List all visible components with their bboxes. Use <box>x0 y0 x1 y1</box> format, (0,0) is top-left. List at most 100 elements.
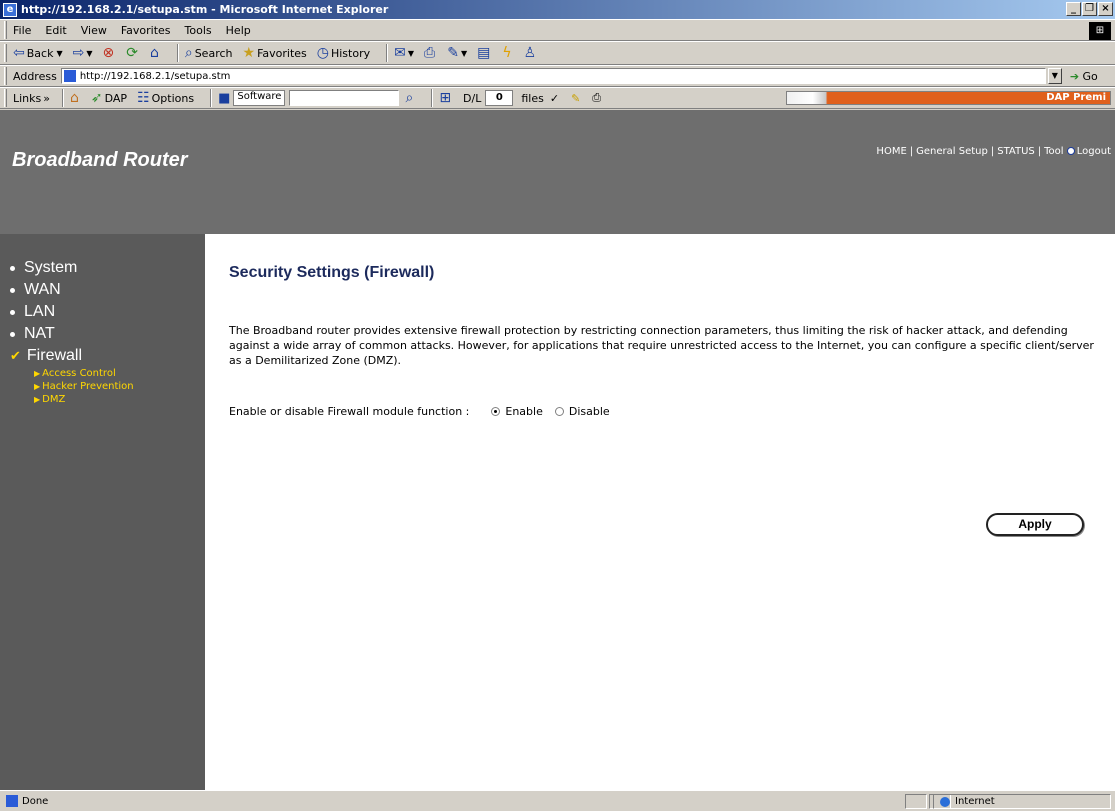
highlight-icon[interactable]: ✎ <box>571 92 580 105</box>
chevron-icon[interactable]: » <box>43 92 50 105</box>
menu-help[interactable]: Help <box>226 24 251 37</box>
mail-button[interactable]: ✉ ▼ <box>394 45 414 61</box>
search-label: Search <box>194 46 233 60</box>
window-controls: _ ❐ × <box>1066 2 1113 16</box>
sidebar-item-system[interactable]: System <box>10 257 205 279</box>
go-arrow-icon: ➔ <box>1069 69 1080 83</box>
research-icon: ♙ <box>523 45 537 61</box>
search-button[interactable]: ⌕ Search <box>185 45 233 61</box>
disable-radio[interactable] <box>554 407 564 416</box>
dap-search-button[interactable]: ⌕ <box>405 90 415 106</box>
stop-icon: ⊗ <box>102 45 115 61</box>
sidebar-subitem-label: Hacker Prevention <box>42 381 134 392</box>
menu-file[interactable]: File <box>13 24 31 37</box>
toolbar-grip[interactable] <box>4 44 7 62</box>
dap-premium-banner[interactable]: DAP Premi <box>786 91 1111 105</box>
options-icon: ☷ <box>137 90 150 106</box>
close-button[interactable]: × <box>1098 2 1113 16</box>
dap-search-input[interactable] <box>289 90 400 106</box>
nav-logout[interactable]: Logout <box>1077 146 1111 157</box>
go-button[interactable]: ➔ Go <box>1070 70 1098 83</box>
toolbar-separator <box>386 44 389 62</box>
history-icon: ◷ <box>316 45 329 61</box>
logout-icon[interactable] <box>1066 147 1075 155</box>
main-content: Security Settings (Firewall) The Broadba… <box>229 264 1099 418</box>
sidebar-item-lan[interactable]: LAN <box>10 301 205 323</box>
back-button[interactable]: ⇦ Back ▼ <box>13 45 63 61</box>
sidebar-item-wan[interactable]: WAN <box>10 279 205 301</box>
arrow-icon: ▶ <box>34 382 41 391</box>
disable-label[interactable]: Disable <box>569 405 610 418</box>
favorites-button[interactable]: ★ Favorites <box>243 45 307 61</box>
software-select[interactable]: Software <box>233 90 286 106</box>
discuss-button[interactable]: ▤ <box>477 45 492 61</box>
toolbar-separator <box>431 89 434 107</box>
sidebar-subitem-access-control[interactable]: ▶ Access Control <box>34 367 205 380</box>
research-button[interactable]: ♙ <box>524 45 539 61</box>
dap-label: DAP <box>104 91 128 105</box>
print-button[interactable]: ⎙ <box>424 45 437 61</box>
edit-button[interactable]: ✎ ▼ <box>447 45 467 61</box>
dap-home-button[interactable]: ⌂ <box>70 90 81 106</box>
home-button[interactable]: ⌂ <box>150 45 161 61</box>
software-dropdown[interactable]: ■ Software <box>218 90 289 106</box>
dap-home-icon: ⌂ <box>70 90 79 106</box>
status-text: Done <box>22 795 49 807</box>
stop-button[interactable]: ⊗ <box>103 45 117 61</box>
page-done-icon <box>6 795 18 807</box>
nav-status[interactable]: STATUS <box>997 146 1035 157</box>
bullet-icon <box>10 309 15 315</box>
enable-label[interactable]: Enable <box>505 405 542 418</box>
sidebar-subitem-dmz[interactable]: ▶ DMZ <box>34 393 205 406</box>
toolbar-grip[interactable] <box>4 21 7 39</box>
links-bar: Links » ⌂ ➶ DAP ☷ Options ■ Software ⌕ ⊞ D… <box>0 87 1115 109</box>
toolbar-grip[interactable] <box>4 67 7 85</box>
back-arrow-icon: ⇦ <box>13 45 25 61</box>
title-bar: e http://192.168.2.1/setupa.stm - Micros… <box>0 0 1115 19</box>
address-dropdown-button[interactable]: ▼ <box>1047 68 1062 84</box>
magnifier-icon: ⌕ <box>405 90 414 106</box>
dap-button[interactable]: ➶ DAP <box>91 90 127 106</box>
address-input[interactable]: http://192.168.2.1/setupa.stm <box>60 68 1046 84</box>
history-button[interactable]: ◷ History <box>317 45 370 61</box>
bullet-icon <box>10 265 15 271</box>
top-navigation: HOME | General Setup | STATUS | Tool Logout <box>876 146 1111 157</box>
refresh-button[interactable]: ⟳ <box>126 45 140 61</box>
options-button[interactable]: ☷ Options <box>137 90 194 106</box>
forward-button[interactable]: ⇨ ▼ <box>73 45 93 61</box>
sidebar-item-firewall[interactable]: ✔ Firewall <box>10 345 205 367</box>
menu-favorites[interactable]: Favorites <box>121 24 171 37</box>
nav-home[interactable]: HOME <box>876 146 906 157</box>
messenger-button[interactable]: ϟ <box>502 45 513 61</box>
check-icon[interactable]: ✓ <box>550 92 559 105</box>
restore-button[interactable]: ❐ <box>1082 2 1097 16</box>
sidebar-item-label: Firewall <box>26 347 83 364</box>
firewall-toggle-label: Enable or disable Firewall module functi… <box>229 405 470 418</box>
windows-logo-icon: ⊞ <box>1089 22 1111 40</box>
dropdown-arrow-icon: ▼ <box>460 48 468 58</box>
sidebar-item-nat[interactable]: NAT <box>10 323 205 345</box>
history-label: History <box>330 46 371 60</box>
nav-general-setup[interactable]: General Setup <box>916 146 988 157</box>
menu-view[interactable]: View <box>81 24 107 37</box>
toolbar-separator <box>176 44 179 62</box>
links-label[interactable]: Links <box>13 92 41 105</box>
software-icon: ■ <box>218 90 231 106</box>
enable-radio[interactable] <box>491 407 501 416</box>
menu-tools[interactable]: Tools <box>185 24 212 37</box>
nav-tool[interactable]: Tool <box>1044 146 1063 157</box>
dap-manager-button[interactable]: ⊞ <box>439 90 453 106</box>
toolbar-grip[interactable] <box>4 89 7 107</box>
menu-edit[interactable]: Edit <box>45 24 66 37</box>
apply-button[interactable]: Apply <box>986 513 1084 536</box>
toolbar-separator <box>62 89 64 107</box>
sidebar-subitem-hacker-prevention[interactable]: ▶ Hacker Prevention <box>34 380 205 393</box>
sidebar-item-label: WAN <box>24 281 61 298</box>
brand-title: Broadband Router <box>12 149 188 171</box>
lightning-icon: ϟ <box>502 45 512 61</box>
print-icon[interactable]: ⎙ <box>592 91 601 105</box>
dropdown-arrow-icon: ▼ <box>56 48 63 58</box>
security-zone: Internet <box>933 794 1111 809</box>
router-header: Broadband Router HOME | General Setup | STAT… <box>0 110 1115 234</box>
minimize-button[interactable]: _ <box>1066 2 1081 16</box>
